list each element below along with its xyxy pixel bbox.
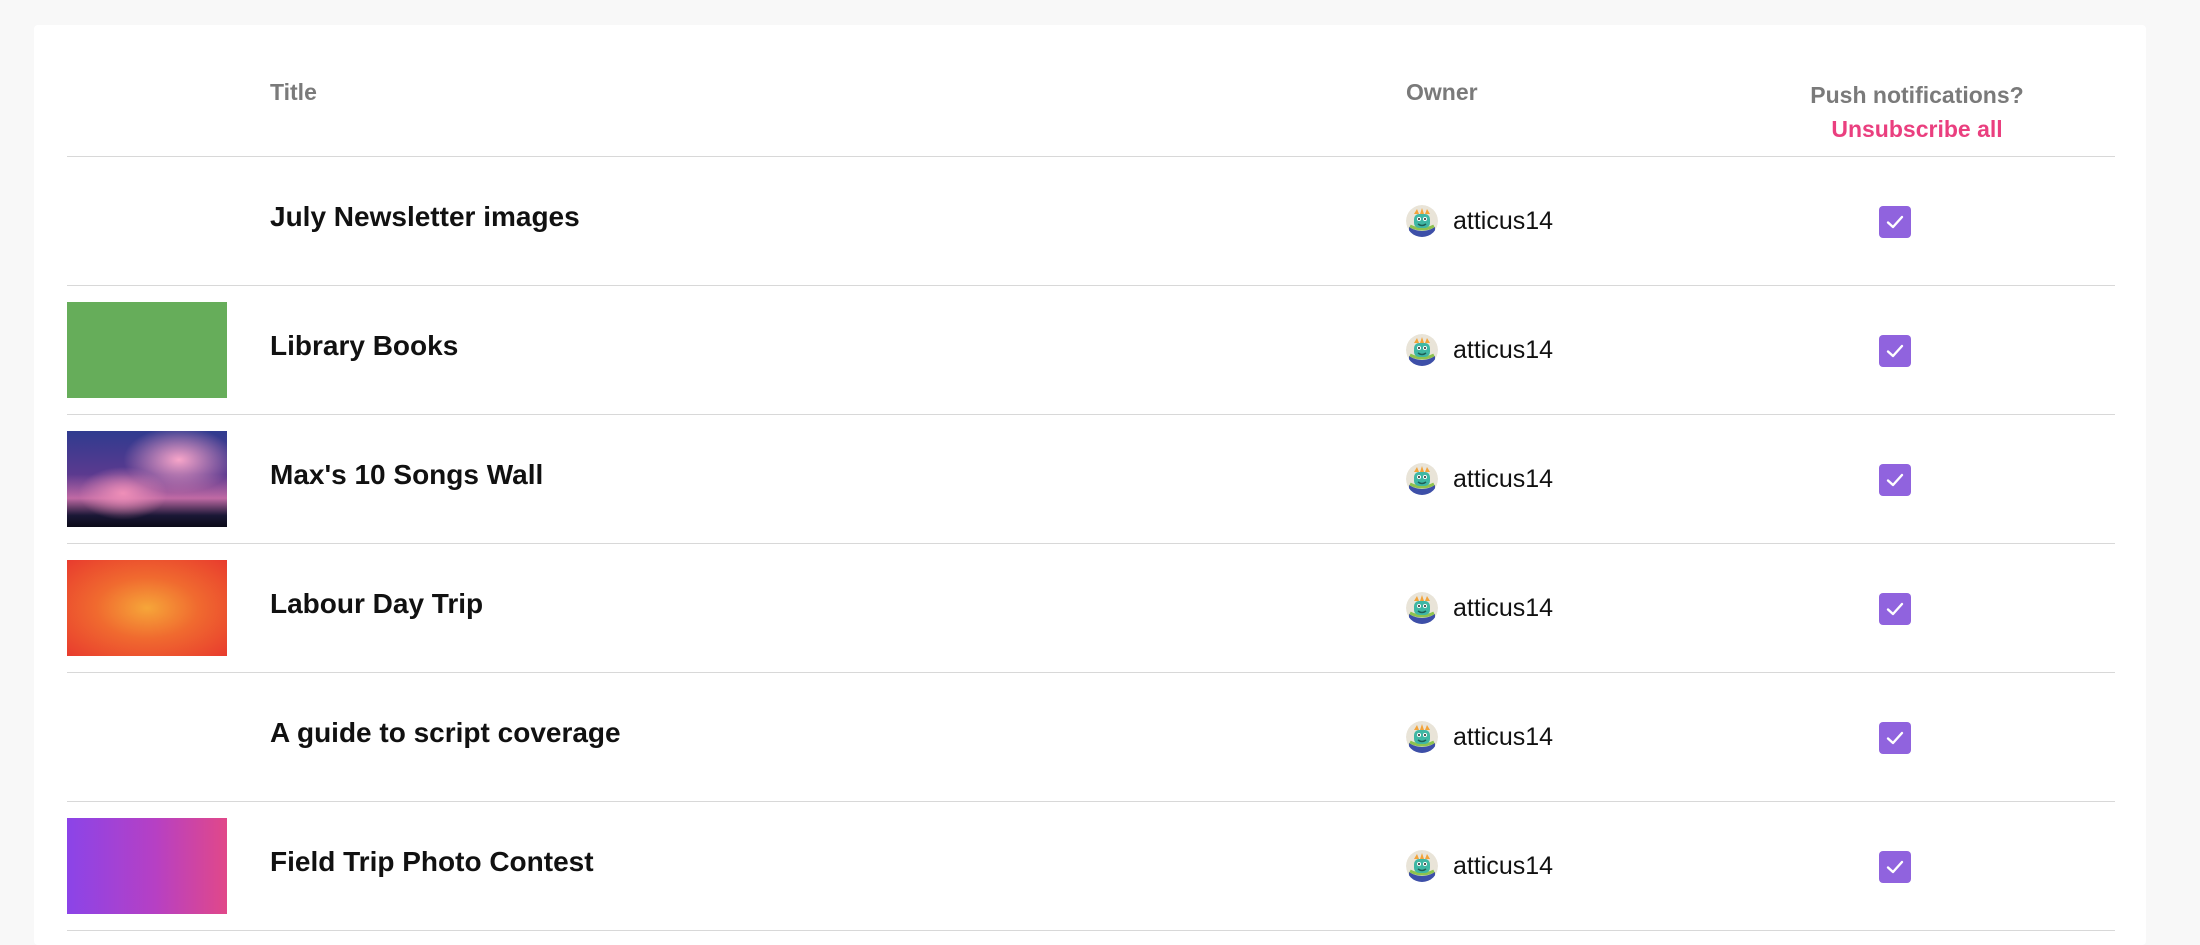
owner-cell: atticus14 [1406,334,1553,366]
table-row[interactable]: Field Trip Photo Contest atticus14 [67,802,2115,931]
monster-avatar-icon [1406,850,1438,882]
monster-avatar-icon [1406,334,1438,366]
owner-name: atticus14 [1453,593,1554,622]
push-notification-checkbox[interactable] [1879,206,1911,238]
checkmark-icon [1886,215,1904,229]
row-title[interactable]: July Newsletter images [270,201,580,233]
owner-name: atticus14 [1453,851,1554,880]
row-title[interactable]: Labour Day Trip [270,588,483,620]
owner-cell: atticus14 [1406,205,1553,237]
table-header: Title Owner Push notifications? Unsubscr… [67,25,2115,157]
push-notification-checkbox[interactable] [1879,464,1911,496]
subscriptions-table: Title Owner Push notifications? Unsubscr… [67,25,2115,931]
owner-cell: atticus14 [1406,463,1553,495]
checkmark-icon [1886,344,1904,358]
push-notifications-label: Push notifications? [1810,82,2024,108]
thumbnail [67,818,227,914]
checkmark-icon [1886,731,1904,745]
owner-column-header: Owner [1406,79,1478,105]
row-title[interactable]: Library Books [270,330,458,362]
monster-avatar-icon [1406,592,1438,624]
checkmark-icon [1886,602,1904,616]
push-notification-checkbox[interactable] [1879,851,1911,883]
owner-cell: atticus14 [1406,592,1553,624]
thumbnail [67,302,227,398]
thumbnail [67,173,227,269]
owner-cell: atticus14 [1406,721,1553,753]
checkmark-icon [1886,860,1904,874]
owner-name: atticus14 [1453,206,1554,235]
owner-name: atticus14 [1453,464,1554,493]
table-row[interactable]: Library Books atticus14 [67,286,2115,415]
row-title[interactable]: Field Trip Photo Contest [270,846,594,878]
table-row[interactable]: Max's 10 Songs Wall atticus14 [67,415,2115,544]
row-title[interactable]: A guide to script coverage [270,717,621,749]
table-row[interactable]: Labour Day Trip atticus14 [67,544,2115,673]
table-row[interactable]: A guide to script coverage atticus14 [67,673,2115,802]
unsubscribe-all-link[interactable]: Unsubscribe all [1767,112,2067,146]
thumbnail [67,689,227,785]
checkmark-icon [1886,473,1904,487]
owner-name: atticus14 [1453,722,1554,751]
push-notification-checkbox[interactable] [1879,593,1911,625]
push-notifications-column-header: Push notifications? Unsubscribe all [1767,78,2067,146]
thumbnail [67,560,227,656]
owner-cell: atticus14 [1406,850,1553,882]
table-row[interactable]: July Newsletter images atticus14 [67,157,2115,286]
monster-avatar-icon [1406,205,1438,237]
owner-name: atticus14 [1453,335,1554,364]
monster-avatar-icon [1406,721,1438,753]
thumbnail [67,431,227,527]
push-notification-checkbox[interactable] [1879,335,1911,367]
push-notification-checkbox[interactable] [1879,722,1911,754]
title-column-header: Title [270,79,317,105]
row-title[interactable]: Max's 10 Songs Wall [270,459,543,491]
monster-avatar-icon [1406,463,1438,495]
subscriptions-card: Title Owner Push notifications? Unsubscr… [34,25,2146,945]
